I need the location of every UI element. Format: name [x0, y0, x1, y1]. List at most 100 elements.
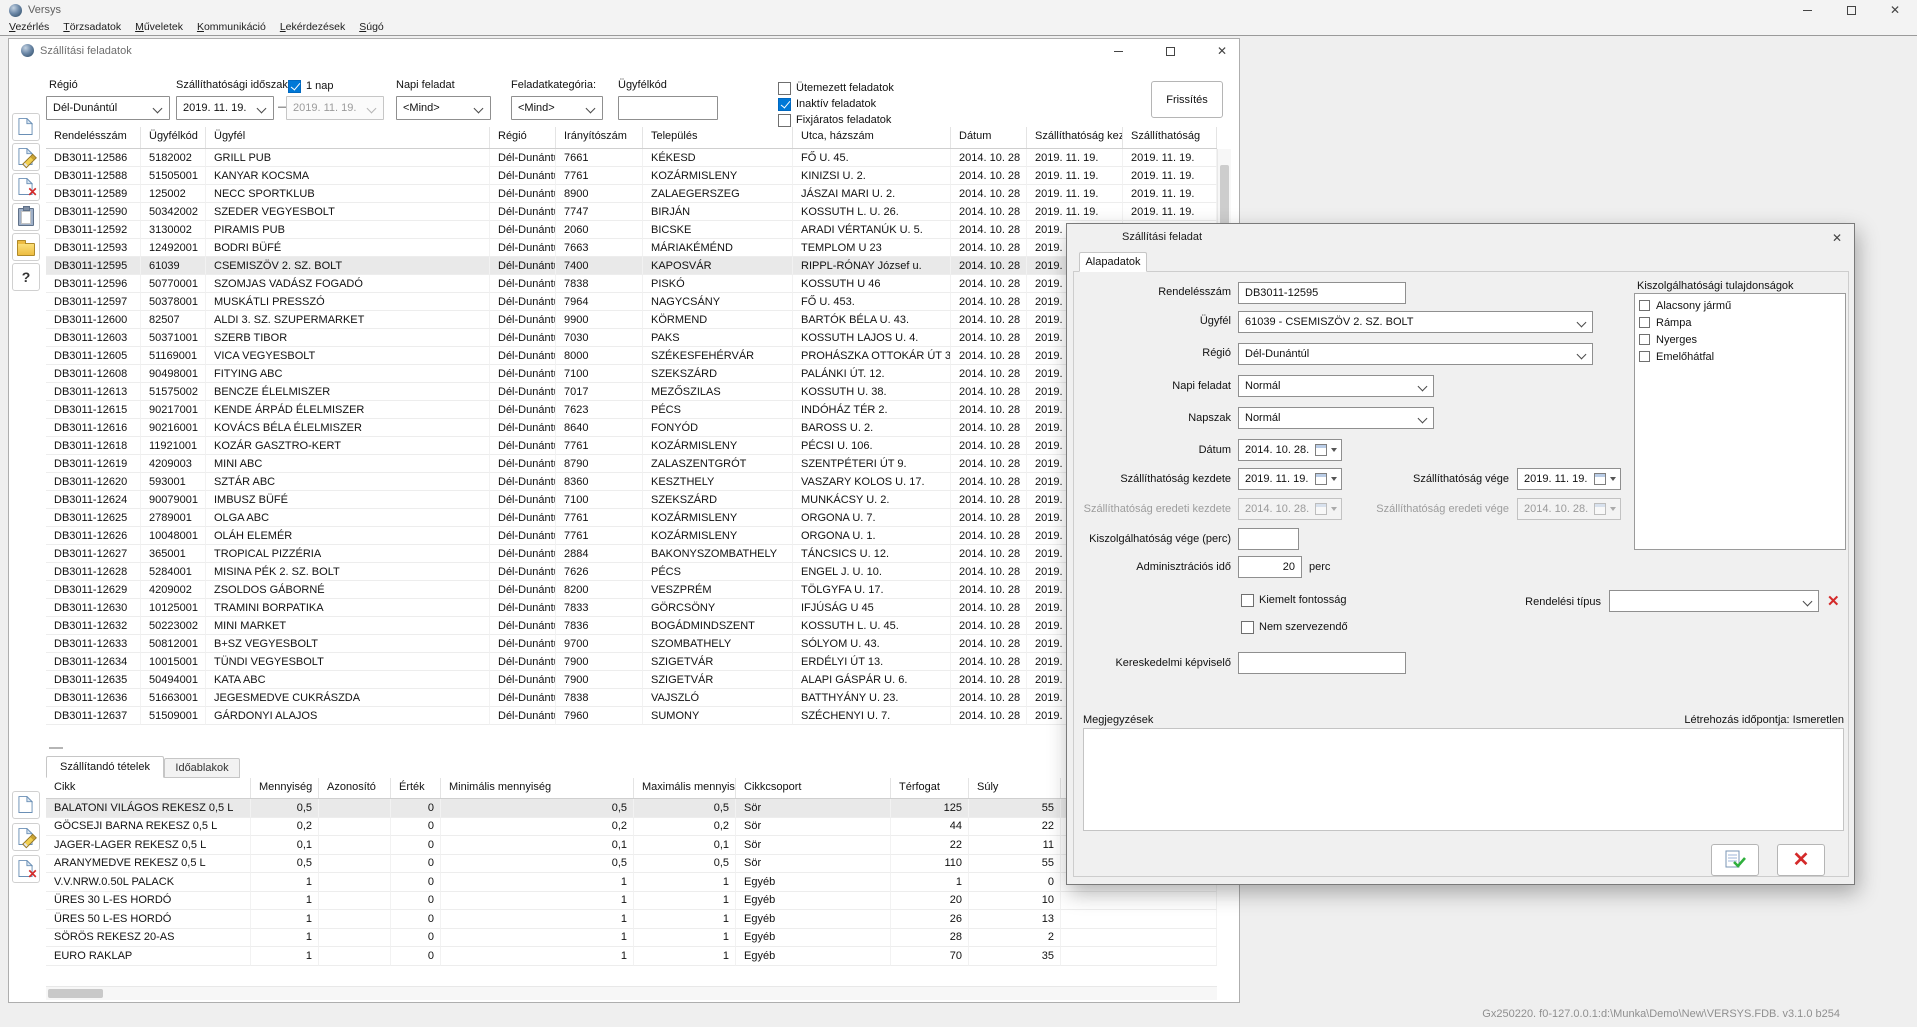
- column-header[interactable]: Szállíthatóság: [1123, 127, 1217, 148]
- table-row[interactable]: DB3011-1259561039CSEMISZÖV 2. SZ. BOLTDé…: [46, 257, 1217, 275]
- column-header[interactable]: Cikkcsoport: [736, 778, 891, 798]
- notes-textarea[interactable]: [1083, 728, 1844, 831]
- child-maximize-button[interactable]: [1153, 42, 1187, 60]
- no-schedule-checkbox[interactable]: Nem szervezendő: [1241, 620, 1348, 634]
- new-item-button[interactable]: [12, 791, 40, 819]
- table-row[interactable]: DB3011-126252789001OLGA ABCDél-Dunántúl7…: [46, 509, 1217, 527]
- table-row[interactable]: DB3011-1263550494001KATA ABCDél-Dunántúl…: [46, 671, 1217, 689]
- edit-order-button[interactable]: [12, 143, 40, 171]
- table-row[interactable]: V.V.NRW.0.50L PALACK1011Egyéb10: [46, 873, 1217, 892]
- maximize-button[interactable]: [1829, 0, 1873, 20]
- customer-code-input[interactable]: [618, 96, 718, 120]
- daily-task-select[interactable]: Normál: [1238, 375, 1434, 397]
- column-header[interactable]: Mennyiség: [251, 778, 319, 798]
- help-button[interactable]: ?: [12, 263, 40, 291]
- splitter-grip[interactable]: [49, 747, 63, 749]
- table-row[interactable]: DB3011-1261811921001KOZÁR GASZTRO-KERTDé…: [46, 437, 1217, 455]
- scrollbar-thumb[interactable]: [48, 989, 103, 998]
- table-row[interactable]: GÖCSEJI BARNA REKESZ 0,5 L0,200,20,2Sör4…: [46, 818, 1217, 837]
- ship-end-picker[interactable]: 2019. 11. 19.: [1517, 468, 1621, 490]
- column-header[interactable]: Rendelésszám: [46, 127, 141, 148]
- column-header[interactable]: Ügyfélkód: [141, 127, 206, 148]
- daily-task-filter-select[interactable]: <Mind>: [396, 96, 491, 120]
- table-row[interactable]: DB3011-1262610048001OLÁH ELEMÉRDél-Dunán…: [46, 527, 1217, 545]
- open-order-button[interactable]: [12, 233, 40, 261]
- column-header[interactable]: Utca, házszám: [793, 127, 951, 148]
- column-header[interactable]: Azonosító: [319, 778, 391, 798]
- table-row[interactable]: DB3011-1260082507ALDI 3. SZ. SZUPERMARKE…: [46, 311, 1217, 329]
- refresh-button[interactable]: Frissítés: [1151, 81, 1223, 118]
- menu-item[interactable]: Vezérlés: [2, 20, 56, 35]
- table-row[interactable]: ÜRES 50 L-ES HORDÓ1011Egyéb2613: [46, 910, 1217, 929]
- property-item[interactable]: Alacsony jármű: [1635, 297, 1845, 314]
- table-row[interactable]: DB3011-126285284001MISINA PÉK 2. SZ. BOL…: [46, 563, 1217, 581]
- column-header[interactable]: Régió: [490, 127, 556, 148]
- table-row[interactable]: ÜRES 30 L-ES HORDÓ1011Egyéb2010: [46, 892, 1217, 911]
- admin-time-input[interactable]: 20: [1238, 556, 1302, 578]
- table-row[interactable]: BALATONI VILÁGOS REKESZ 0,5 L0,500,50,5S…: [46, 799, 1217, 818]
- table-row[interactable]: DB3011-1261690216001KOVÁCS BÉLA ÉLELMISZ…: [46, 419, 1217, 437]
- column-header[interactable]: Minimális mennyiség: [441, 778, 634, 798]
- sales-rep-input[interactable]: [1238, 652, 1406, 674]
- column-header[interactable]: Település: [643, 127, 793, 148]
- table-row[interactable]: DB3011-1260890498001FITYING ABCDél-Dunán…: [46, 365, 1217, 383]
- table-row[interactable]: DB3011-1260551169001VICA VEGYESBOLTDél-D…: [46, 347, 1217, 365]
- table-row[interactable]: DB3011-1258851505001KANYAR KOCSMADél-Dun…: [46, 167, 1217, 185]
- menu-item[interactable]: Törzsadatok: [56, 20, 128, 35]
- table-row[interactable]: DB3011-1261590217001KENDE ÁRPÁD ÉLELMISZ…: [46, 401, 1217, 419]
- table-row[interactable]: DB3011-1261351575002BENCZE ÉLELMISZERDél…: [46, 383, 1217, 401]
- table-row[interactable]: DB3011-12627365001TROPICAL PIZZÉRIADél-D…: [46, 545, 1217, 563]
- child-minimize-button[interactable]: [1101, 42, 1135, 60]
- table-row[interactable]: SÖRÖS REKESZ 20-AS1011Egyéb282: [46, 929, 1217, 948]
- table-row[interactable]: DB3011-12620593001SZTÁR ABCDél-Dunántúl8…: [46, 473, 1217, 491]
- table-row[interactable]: DB3011-1263250223002MINI MARKETDél-Dunán…: [46, 617, 1217, 635]
- table-row[interactable]: DB3011-12589125002NECC SPORTKLUBDél-Duná…: [46, 185, 1217, 203]
- ship-start-picker[interactable]: 2019. 11. 19.: [1238, 468, 1342, 490]
- menu-item[interactable]: Műveletek: [128, 20, 190, 35]
- fixed-route-tasks-checkbox[interactable]: Fixjáratos feladatok: [778, 113, 891, 127]
- close-button[interactable]: ✕: [1873, 0, 1917, 20]
- order-type-select[interactable]: [1609, 590, 1819, 612]
- column-header[interactable]: Cikk: [46, 778, 251, 798]
- edit-item-button[interactable]: [12, 823, 40, 851]
- column-header[interactable]: Ügyfél: [206, 127, 490, 148]
- category-filter-select[interactable]: <Mind>: [511, 96, 603, 120]
- order-no-input[interactable]: DB3011-12595: [1238, 282, 1406, 304]
- table-row[interactable]: DB3011-1263751509001GÁRDONYI ALAJOSDél-D…: [46, 707, 1217, 725]
- customer-select[interactable]: 61039 - CSEMISZÖV 2. SZ. BOLT: [1238, 311, 1593, 333]
- menu-item[interactable]: Súgó: [352, 20, 391, 35]
- delete-item-button[interactable]: ✕: [12, 855, 40, 883]
- table-row[interactable]: DB3011-1263010125001TRAMINI BORPATIKADél…: [46, 599, 1217, 617]
- table-row[interactable]: DB3011-125865182002GRILL PUBDél-Dunántúl…: [46, 149, 1217, 167]
- table-row[interactable]: DB3011-1259312492001BODRI BÜFÉDél-Dunánt…: [46, 239, 1217, 257]
- new-order-button[interactable]: [12, 113, 40, 141]
- region-select[interactable]: Dél-Dunántúl: [1238, 343, 1593, 365]
- table-row[interactable]: EURO RAKLAP1011Egyéb7035: [46, 947, 1217, 966]
- column-header[interactable]: Érték: [391, 778, 441, 798]
- table-row[interactable]: DB3011-1262490079001IMBUSZ BÜFÉDél-Dunán…: [46, 491, 1217, 509]
- property-item[interactable]: Emelőhátfal: [1635, 348, 1845, 365]
- items-horizontal-scrollbar[interactable]: [46, 986, 1217, 1000]
- minimize-button[interactable]: [1785, 0, 1829, 20]
- one-day-checkbox[interactable]: 1 nap: [288, 79, 334, 93]
- table-row[interactable]: DB3011-1259650770001SZOMJAS VADÁSZ FOGAD…: [46, 275, 1217, 293]
- region-filter-select[interactable]: Dél-Dunántúl: [46, 96, 170, 120]
- table-row[interactable]: DB3011-1263410015001TÜNDI VEGYESBOLTDél-…: [46, 653, 1217, 671]
- cancel-button[interactable]: ✕: [1777, 844, 1825, 876]
- tab-basic-data[interactable]: Alapadatok: [1079, 252, 1147, 272]
- service-end-input[interactable]: [1238, 528, 1299, 550]
- menu-item[interactable]: Kommunikáció: [190, 20, 273, 35]
- column-header[interactable]: Súly: [969, 778, 1061, 798]
- table-row[interactable]: DB3011-125923130002PIRAMIS PUBDél-Dunánt…: [46, 221, 1217, 239]
- table-row[interactable]: DB3011-1263651663001JEGESMEDVE CUKRÁSZDA…: [46, 689, 1217, 707]
- tab-time-windows[interactable]: Időablakok: [164, 758, 240, 778]
- save-button[interactable]: [1711, 844, 1759, 876]
- dialog-close-button[interactable]: ✕: [1832, 230, 1842, 245]
- child-close-button[interactable]: ✕: [1205, 42, 1239, 60]
- table-row[interactable]: DB3011-1259050342002SZEDER VEGYESBOLTDél…: [46, 203, 1217, 221]
- table-row[interactable]: JAGER-LAGER REKESZ 0,5 L0,100,10,1Sör221…: [46, 836, 1217, 855]
- delete-order-button[interactable]: ✕: [12, 173, 40, 201]
- table-row[interactable]: DB3011-1259750378001MUSKÁTLI PRESSZÓDél-…: [46, 293, 1217, 311]
- scheduled-tasks-checkbox[interactable]: Ütemezett feladatok: [778, 81, 894, 95]
- date-from-picker[interactable]: 2019. 11. 19.: [176, 96, 274, 120]
